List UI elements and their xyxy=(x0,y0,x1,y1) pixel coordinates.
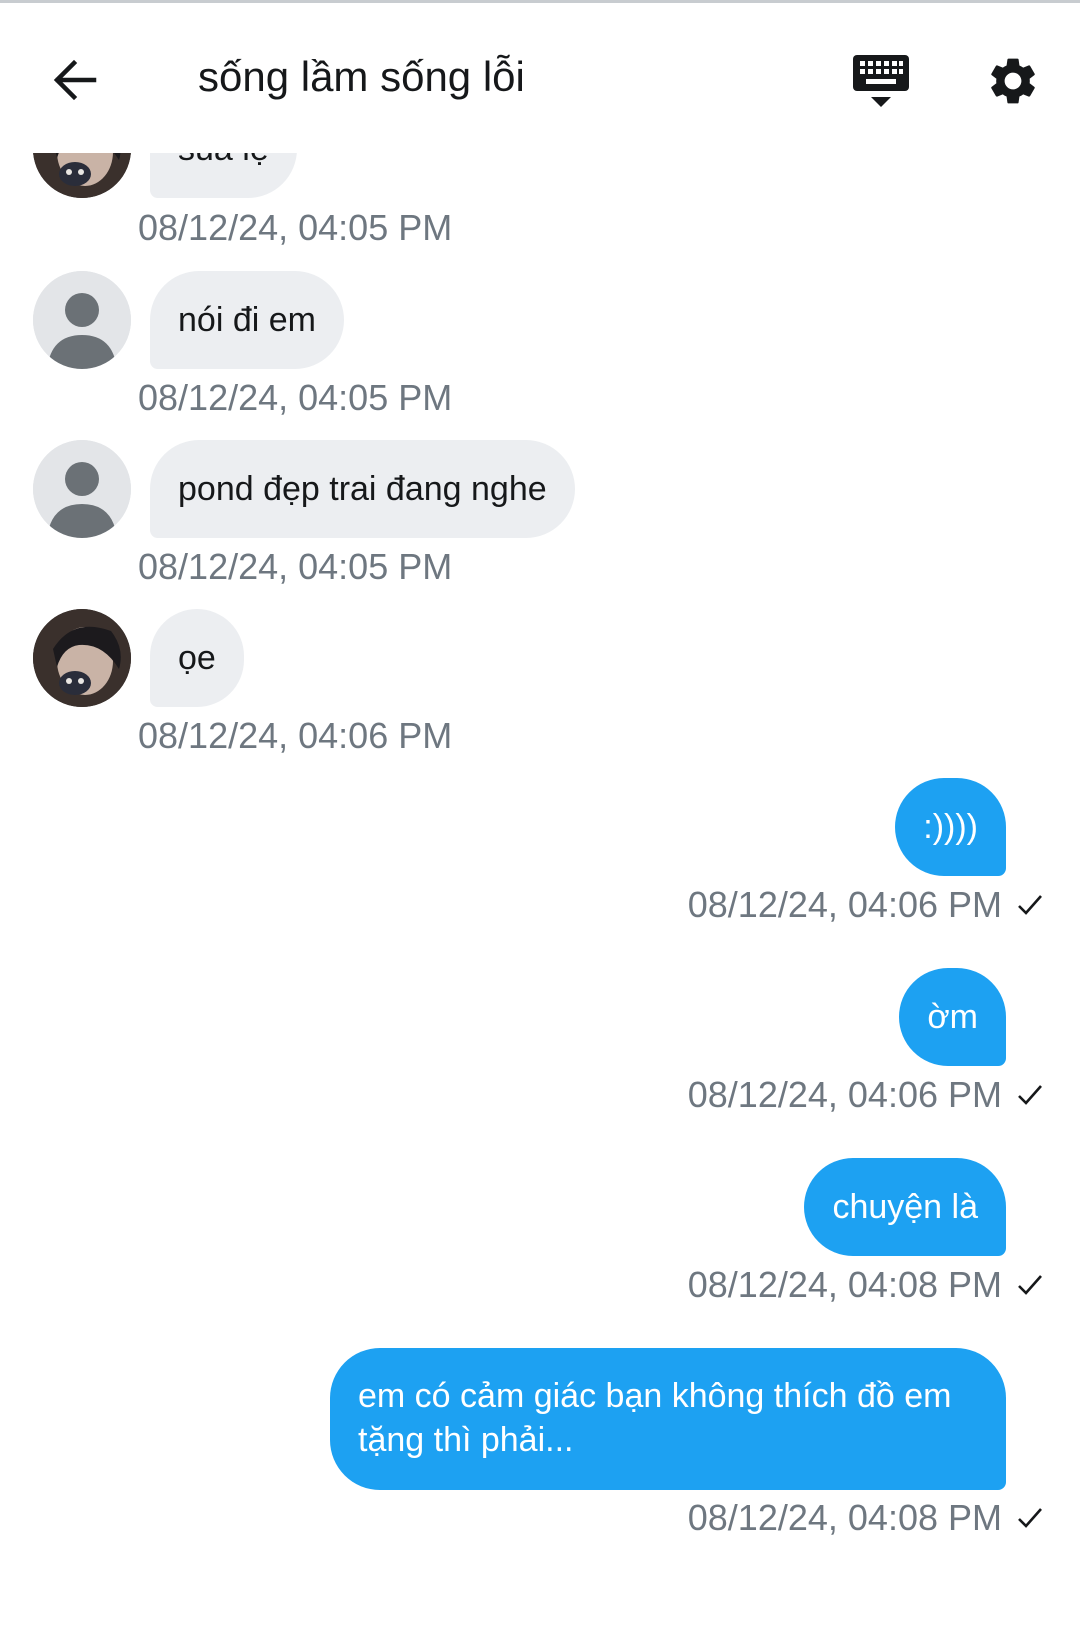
message-timestamp: 08/12/24, 04:06 PM xyxy=(688,885,1044,925)
chat-title: sống lầm sống lỗi xyxy=(198,53,525,100)
timestamp-text: 08/12/24, 04:08 PM xyxy=(687,1497,1002,1538)
message-bubble-incoming[interactable]: ọe xyxy=(150,609,244,707)
settings-button[interactable] xyxy=(985,53,1041,109)
person-icon xyxy=(33,271,131,369)
message-bubble-incoming[interactable]: nói đi em xyxy=(150,271,344,369)
message-timestamp: 08/12/24, 04:08 PM xyxy=(688,1498,1044,1538)
timestamp-text: 08/12/24, 04:08 PM xyxy=(687,1264,1002,1305)
message-timestamp: 08/12/24, 04:05 PM xyxy=(138,377,453,418)
default-avatar[interactable] xyxy=(33,440,131,538)
person-icon xyxy=(33,440,131,538)
avatar[interactable] xyxy=(33,609,131,707)
gear-icon xyxy=(991,58,1035,104)
default-avatar[interactable] xyxy=(33,271,131,369)
message-bubble-incoming[interactable]: pond đẹp trai đang nghe xyxy=(150,440,575,538)
message-text: ọe xyxy=(178,639,216,677)
check-icon xyxy=(1018,1508,1042,1528)
message-text: pond đẹp trai đang nghe xyxy=(178,470,547,508)
chat-header: sống lầm sống lỗi xyxy=(0,3,1080,153)
message-text: em có cảm giác bạn không thích đồ em tặn… xyxy=(358,1377,952,1459)
message-text: nói đi em xyxy=(178,301,316,339)
keyboard-toggle-button[interactable] xyxy=(852,53,910,111)
check-icon xyxy=(1018,1275,1042,1295)
message-timestamp: 08/12/24, 04:05 PM xyxy=(138,207,453,248)
message-bubble-outgoing[interactable]: ờm xyxy=(899,968,1006,1066)
message-text: chuyện là xyxy=(832,1188,978,1226)
arrow-left-icon xyxy=(53,59,97,101)
message-text: ờm xyxy=(927,998,978,1036)
message-timestamp: 08/12/24, 04:08 PM xyxy=(688,1265,1044,1305)
message-timestamp: 08/12/24, 04:06 PM xyxy=(138,715,453,756)
message-timestamp: 08/12/24, 04:06 PM xyxy=(688,1075,1044,1115)
message-bubble-outgoing[interactable]: :)))) xyxy=(895,778,1006,876)
check-icon xyxy=(1018,895,1042,915)
check-icon xyxy=(1018,1085,1042,1105)
keyboard-icon xyxy=(853,55,909,107)
timestamp-text: 08/12/24, 04:06 PM xyxy=(687,1074,1002,1115)
back-button[interactable] xyxy=(50,55,100,105)
message-timestamp: 08/12/24, 04:05 PM xyxy=(138,546,453,587)
message-text: :)))) xyxy=(923,808,978,846)
message-bubble-outgoing[interactable]: em có cảm giác bạn không thích đồ em tặn… xyxy=(330,1348,1006,1490)
message-list[interactable]: sủa lẹ 08/12/24, 04:05 PM nói đi em 08/1… xyxy=(0,0,1080,1632)
timestamp-text: 08/12/24, 04:06 PM xyxy=(687,884,1002,925)
message-bubble-outgoing[interactable]: chuyện là xyxy=(804,1158,1006,1256)
